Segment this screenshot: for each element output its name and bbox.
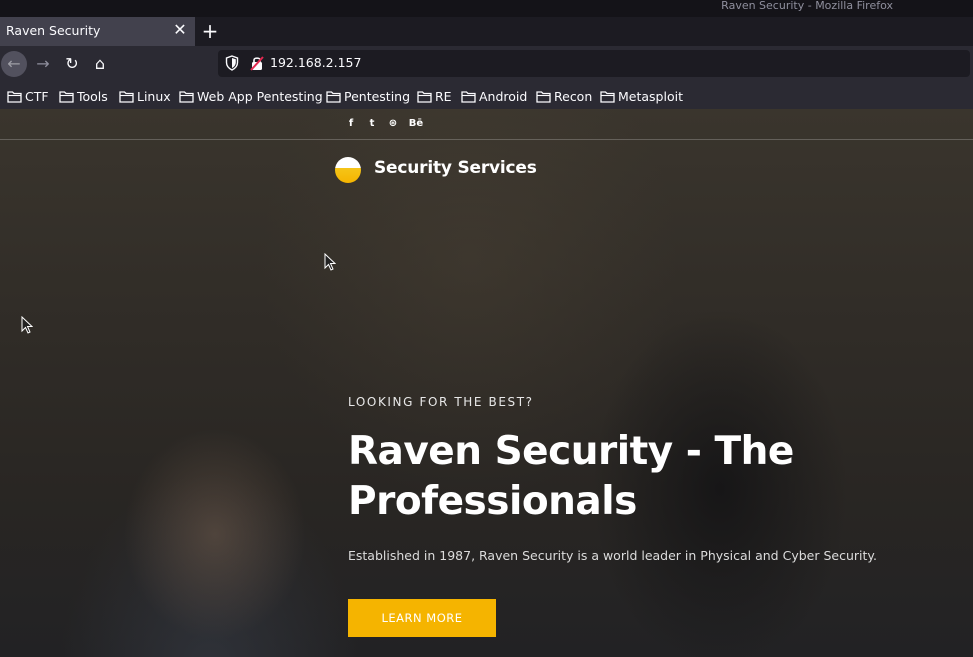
- new-tab-button[interactable]: +: [201, 20, 219, 42]
- bookmark-folder-android[interactable]: Android: [461, 87, 527, 105]
- reload-button[interactable]: ↻: [59, 51, 85, 77]
- behance-icon[interactable]: Bē: [408, 117, 424, 131]
- tab-label: Raven Security: [6, 23, 101, 38]
- bookmark-label: Metasploit: [618, 88, 683, 104]
- bookmark-folder-web-app-pentesting[interactable]: Web App Pentesting: [179, 87, 323, 105]
- folder-icon: [7, 90, 22, 103]
- header-divider: [0, 139, 973, 140]
- folder-icon: [59, 90, 74, 103]
- folder-icon: [326, 90, 341, 103]
- bookmark-folder-re[interactable]: RE: [417, 87, 452, 105]
- bookmark-label: Android: [479, 88, 528, 104]
- window-title: Raven Security - Mozilla Firefox: [721, 0, 893, 12]
- mouse-pointer-icon: [21, 316, 33, 334]
- navigation-toolbar: ← → ↻ ⌂ 192.168.2.157: [0, 46, 973, 82]
- bookmark-folder-tools[interactable]: Tools: [59, 87, 108, 105]
- hero-headline: Raven Security - The Professionals: [348, 429, 794, 524]
- web-page-hero: f t ⊛ Bē Security Services LOOKING FOR T…: [0, 109, 973, 657]
- bookmark-folder-metasploit[interactable]: Metasploit: [600, 87, 683, 105]
- facebook-icon[interactable]: f: [346, 117, 356, 131]
- folder-icon: [461, 90, 476, 103]
- insecure-lock-icon[interactable]: [250, 55, 264, 71]
- mouse-pointer-icon: [324, 253, 336, 271]
- bookmark-label: Web App Pentesting: [197, 88, 323, 104]
- back-button[interactable]: ←: [1, 51, 27, 77]
- twitter-icon[interactable]: t: [366, 117, 378, 131]
- dribbble-icon[interactable]: ⊛: [387, 117, 399, 131]
- url-text[interactable]: 192.168.2.157: [270, 55, 361, 70]
- shield-icon[interactable]: [225, 55, 239, 71]
- hero-description: Established in 1987, Raven Security is a…: [348, 548, 877, 563]
- bookmark-folder-ctf[interactable]: CTF: [7, 87, 49, 105]
- bookmark-label: Pentesting: [344, 88, 411, 104]
- hero-kicker: LOOKING FOR THE BEST?: [348, 395, 534, 409]
- home-button[interactable]: ⌂: [87, 51, 113, 77]
- bookmark-label: Linux: [137, 88, 171, 104]
- bookmark-label: CTF: [25, 88, 49, 104]
- bookmark-label: Recon: [554, 88, 593, 104]
- close-tab-icon[interactable]: ✕: [172, 21, 188, 39]
- folder-icon: [600, 90, 615, 103]
- folder-icon: [119, 90, 134, 103]
- bookmarks-toolbar: CTF Tools Linux Web App Pentesting Pente…: [0, 82, 973, 109]
- tab-raven-security[interactable]: Raven Security ✕: [0, 17, 195, 46]
- brand-name[interactable]: Security Services: [374, 158, 537, 178]
- url-bar[interactable]: 192.168.2.157: [218, 50, 970, 77]
- bookmark-folder-recon[interactable]: Recon: [536, 87, 592, 105]
- bookmark-folder-pentesting[interactable]: Pentesting: [326, 87, 410, 105]
- forward-button[interactable]: →: [30, 51, 56, 77]
- tab-strip: Raven Security ✕ +: [0, 17, 973, 46]
- brand-logo[interactable]: [335, 157, 361, 183]
- folder-icon: [179, 90, 194, 103]
- folder-icon: [417, 90, 432, 103]
- bookmark-label: RE: [435, 88, 452, 104]
- window-titlebar: Raven Security - Mozilla Firefox: [0, 0, 973, 17]
- folder-icon: [536, 90, 551, 103]
- learn-more-button[interactable]: LEARN MORE: [348, 599, 496, 637]
- bookmark-label: Tools: [77, 88, 108, 104]
- bookmark-folder-linux[interactable]: Linux: [119, 87, 171, 105]
